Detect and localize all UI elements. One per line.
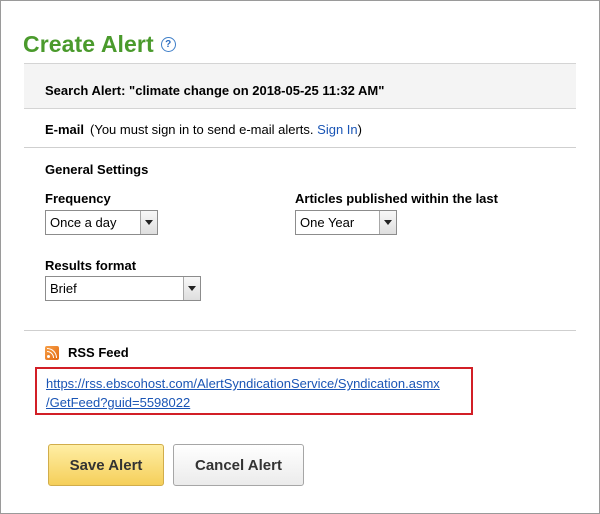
results-format-label: Results format — [45, 258, 137, 273]
rss-feed-icon — [45, 345, 59, 360]
results-format-selected-value: Brief — [50, 281, 77, 296]
rss-url-box: https://rss.ebscohost.com/AlertSyndicati… — [35, 367, 473, 415]
rss-url-link-line2[interactable]: /GetFeed?guid=5598022 — [46, 393, 471, 412]
published-within-label: Articles published within the last — [295, 191, 498, 206]
search-alert-panel: Search Alert: "climate change on 2018-05… — [24, 63, 576, 109]
rss-feed-label: RSS Feed — [68, 345, 129, 360]
create-alert-dialog: Create Alert ? Search Alert: "climate ch… — [0, 0, 600, 514]
frequency-select[interactable]: Once a day — [45, 210, 158, 235]
chevron-down-icon[interactable] — [183, 277, 200, 300]
email-close-paren: ) — [357, 122, 362, 137]
title-row: Create Alert ? — [23, 31, 176, 58]
help-icon[interactable]: ? — [160, 37, 176, 52]
divider — [24, 330, 576, 331]
rss-url-link-line1[interactable]: https://rss.ebscohost.com/AlertSyndicati… — [46, 374, 471, 393]
general-settings-heading: General Settings — [45, 162, 149, 177]
published-within-select[interactable]: One Year — [295, 210, 397, 235]
search-alert-text: Search Alert: "climate change on 2018-05… — [45, 83, 385, 98]
chevron-down-icon[interactable] — [140, 211, 157, 234]
email-note: (You must sign in to send e-mail alerts. — [90, 122, 314, 137]
chevron-down-icon[interactable] — [379, 211, 396, 234]
page-title: Create Alert — [23, 31, 154, 57]
published-within-selected-value: One Year — [300, 215, 355, 230]
email-row: E-mail (You must sign in to send e-mail a… — [45, 122, 362, 137]
email-label: E-mail — [45, 122, 85, 137]
sign-in-link[interactable]: Sign In — [317, 122, 357, 137]
frequency-label: Frequency — [45, 191, 111, 206]
save-alert-button[interactable]: Save Alert — [48, 444, 164, 486]
cancel-alert-button[interactable]: Cancel Alert — [173, 444, 304, 486]
divider — [24, 147, 576, 148]
results-format-select[interactable]: Brief — [45, 276, 201, 301]
rss-feed-row: RSS Feed — [45, 345, 129, 360]
frequency-selected-value: Once a day — [50, 215, 117, 230]
